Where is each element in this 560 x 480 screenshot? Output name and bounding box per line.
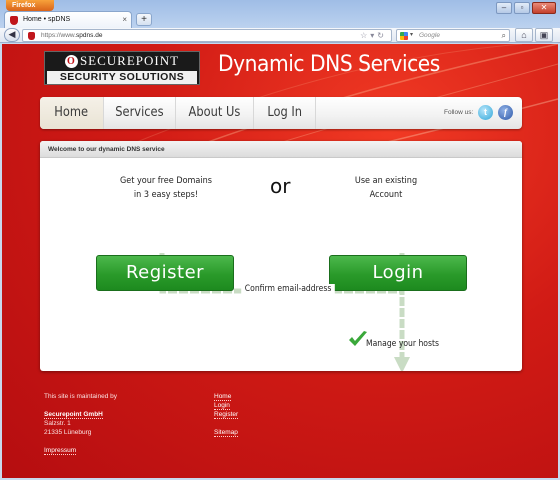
facebook-icon[interactable]: f <box>498 105 513 120</box>
url-bar-tools: ☆▾↻ <box>360 30 387 41</box>
url-domain: spdns.de <box>76 32 103 39</box>
site-identity-icon[interactable] <box>28 32 35 40</box>
search-icon[interactable]: ⌕ <box>502 30 506 41</box>
window-controls: – ▫ ✕ <box>496 2 556 14</box>
firefox-menu-button[interactable]: Firefox <box>6 0 54 11</box>
sitemap-link[interactable]: Sitemap <box>214 429 238 437</box>
footer-register-link[interactable]: Register <box>214 411 239 419</box>
securepoint-logo[interactable]: O SECUREPOINT SECURITY SOLUTIONS <box>44 51 200 85</box>
web-page: O SECUREPOINT SECURITY SOLUTIONS Dynamic … <box>2 44 558 478</box>
bookmarks-icon[interactable]: ▣ <box>535 28 553 42</box>
or-separator: or <box>270 174 291 198</box>
footer-links: Home Login Register Sitemap <box>214 392 239 437</box>
nav-services-label: Services <box>115 105 164 120</box>
welcome-panel: Welcome to our dynamic DNS service Get y… <box>40 141 522 371</box>
bookmark-star-icon[interactable]: ☆ <box>360 31 370 40</box>
minimize-icon[interactable]: – <box>496 2 512 14</box>
checkmark-icon <box>349 331 367 346</box>
nav-services[interactable]: Services <box>104 97 176 129</box>
login-intro-line-1: Use an existing <box>354 176 418 186</box>
manage-hosts-label: Manage your hosts <box>366 339 439 349</box>
register-intro: Get your free Domains in 3 easy steps! <box>116 174 217 202</box>
tab-title: Home • spDNS <box>23 16 71 23</box>
logo-brand-name: SECUREPOINT <box>79 53 180 68</box>
new-tab-button[interactable]: + <box>136 13 152 26</box>
follow-us-label: Follow us: <box>444 109 474 116</box>
footer-contact: This site is maintained by Securepoint G… <box>44 392 117 455</box>
logo-o-mark: O <box>64 55 78 68</box>
confirm-email-label: Confirm email-address <box>241 284 335 294</box>
reload-icon[interactable]: ↻ <box>377 31 387 40</box>
close-window-icon[interactable]: ✕ <box>532 2 556 14</box>
login-intro: Use an existing Account <box>345 174 428 202</box>
nav-about-us[interactable]: About Us <box>176 97 254 129</box>
login-intro-line-2: Account <box>369 190 403 200</box>
impressum-link[interactable]: Impressum <box>44 447 77 455</box>
address-bar[interactable]: https://www.spdns.de ☆▾↻ <box>22 29 392 42</box>
twitter-icon[interactable]: t <box>478 105 493 120</box>
maintained-by-text: This site is maintained by <box>44 393 117 400</box>
browser-toolbar: ◀ https://www.spdns.de ☆▾↻ ▾ Google ⌕ ⌂ … <box>0 28 560 43</box>
panel-heading: Welcome to our dynamic DNS service <box>40 141 522 158</box>
logo-brand-text: O SECUREPOINT <box>45 53 199 69</box>
site-favicon-icon <box>10 16 18 25</box>
logo-subtitle: SECURITY SOLUTIONS <box>47 71 197 84</box>
page-footer: This site is maintained by Securepoint G… <box>2 382 558 478</box>
nav-about-label: About Us <box>188 105 241 120</box>
nav-login-label: Log In <box>267 105 302 120</box>
maximize-icon[interactable]: ▫ <box>514 2 530 14</box>
nav-home-label: Home <box>54 105 89 120</box>
city-text: 21335 Lüneburg <box>44 429 92 436</box>
engine-dropdown-icon[interactable]: ▾ <box>410 30 413 41</box>
home-icon[interactable]: ⌂ <box>515 28 533 42</box>
tab-close-icon[interactable]: × <box>122 12 127 28</box>
window-titlebar: Firefox – ▫ ✕ Home • spDNS × + <box>0 0 560 28</box>
footer-login-link[interactable]: Login <box>214 402 230 410</box>
nav-log-in[interactable]: Log In <box>254 97 316 129</box>
company-link[interactable]: Securepoint GmbH <box>44 411 103 419</box>
main-navigation: Home Services About Us Log In Follow us:… <box>40 97 522 129</box>
street-text: Salzstr. 1 <box>44 420 71 427</box>
login-button[interactable]: Login <box>329 255 467 291</box>
browser-tab[interactable]: Home • spDNS × <box>4 11 132 28</box>
nav-home[interactable]: Home <box>40 97 104 129</box>
google-engine-icon[interactable] <box>400 32 408 40</box>
footer-home-link[interactable]: Home <box>214 393 232 401</box>
back-arrow-icon[interactable]: ◀ <box>4 28 20 42</box>
search-input[interactable]: ▾ Google ⌕ <box>396 29 510 42</box>
search-placeholder: Google <box>419 32 440 39</box>
register-intro-line-2: in 3 easy steps! <box>133 190 199 200</box>
site-title: Dynamic DNS Services <box>218 52 440 77</box>
register-button[interactable]: Register <box>96 255 234 291</box>
url-prefix: https://www. <box>41 32 77 39</box>
register-intro-line-1: Get your free Domains <box>120 176 212 186</box>
